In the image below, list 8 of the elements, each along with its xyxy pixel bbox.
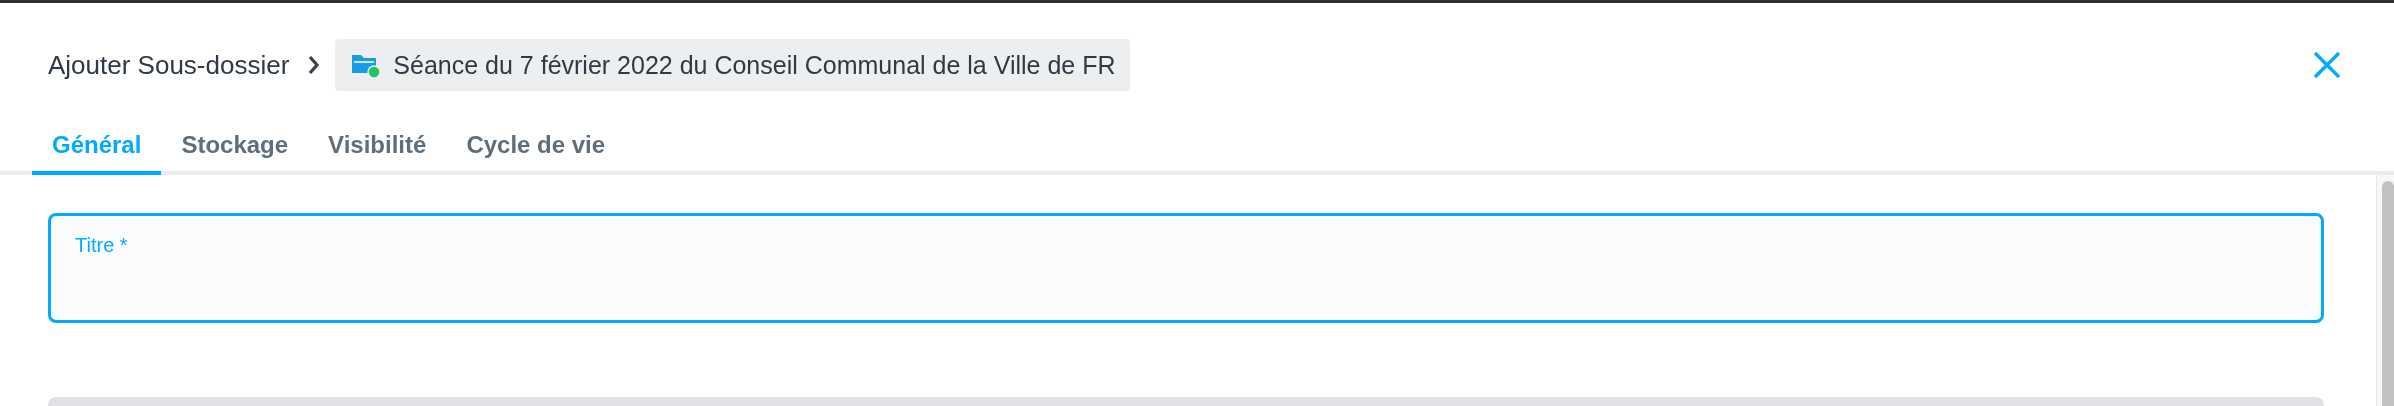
tab[interactable]: Stockage bbox=[161, 121, 309, 175]
tab[interactable]: Visibilité bbox=[308, 121, 447, 175]
breadcrumb-chip[interactable]: Séance du 7 février 2022 du Conseil Communal de la Ville de FR bbox=[335, 39, 1130, 91]
chevron-right-icon bbox=[307, 54, 322, 76]
close-icon[interactable] bbox=[2312, 50, 2342, 80]
dialog-title: Ajouter Sous-dossier bbox=[48, 49, 290, 81]
tab[interactable]: Cycle de vie bbox=[446, 121, 626, 175]
scrollbar[interactable] bbox=[2376, 175, 2394, 406]
